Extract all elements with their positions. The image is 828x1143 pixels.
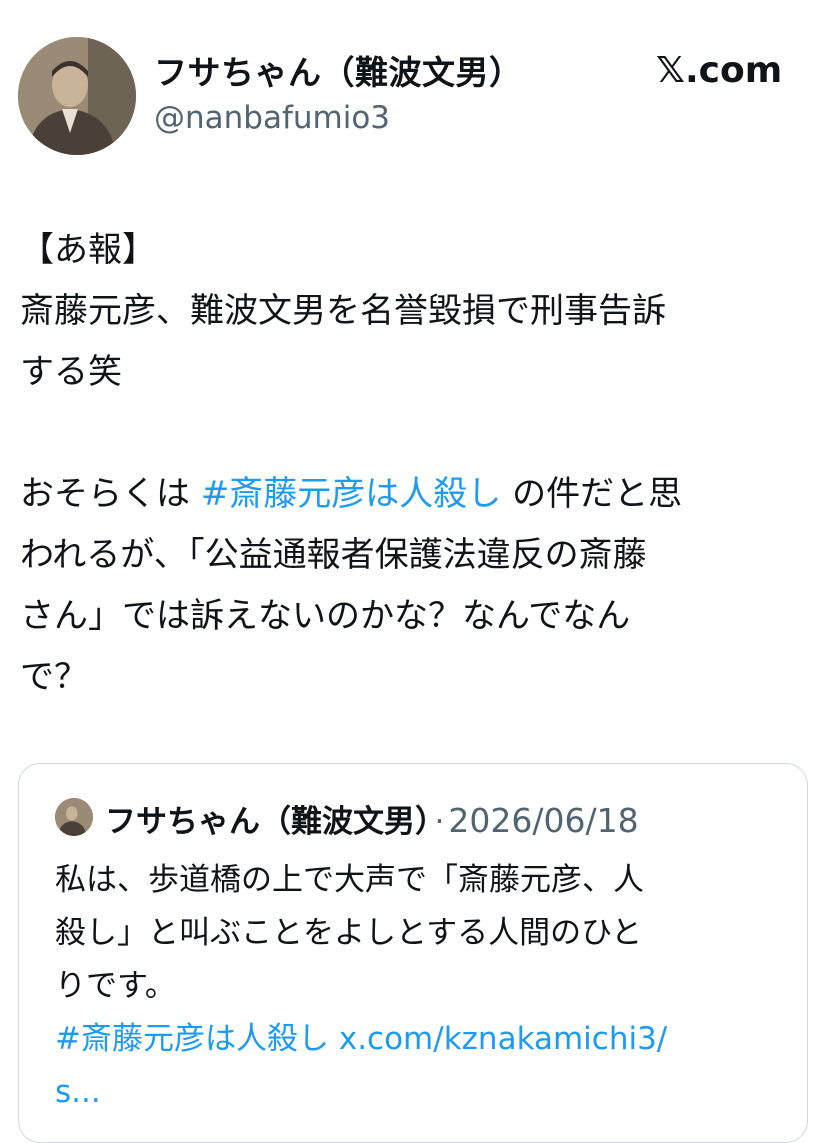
tweet-text-segment: の件だと思 bbox=[501, 474, 683, 514]
quoted-links-line: #斎藤元彦は人殺し x.com/kznakamichi3/ bbox=[55, 1013, 785, 1066]
quoted-hashtag-link[interactable]: #斎藤元彦は人殺し bbox=[55, 1021, 329, 1057]
x-com-brand: 𝕏.com bbox=[656, 50, 783, 91]
quoted-line: りです。 bbox=[55, 968, 176, 1004]
author-display-name[interactable]: フサちゃん（難波文男） bbox=[154, 46, 523, 94]
quoted-author-avatar bbox=[55, 798, 93, 836]
tweet-line: で？ bbox=[20, 657, 88, 697]
avatar-photo-icon bbox=[55, 798, 93, 836]
tweet-line: する笑 bbox=[20, 352, 122, 392]
tweet-text-segment: おそらくは bbox=[20, 474, 201, 514]
separator-dot: · bbox=[434, 804, 445, 840]
tweet-line: さん」では訴えないのかな？なんでなん bbox=[20, 596, 631, 636]
tweet-text: 【あ報】 斎藤元彦、難波文男を名誉毀損で刑事告訴 する笑 おそらくは #斎藤元彦… bbox=[20, 220, 810, 708]
quoted-tweet-card[interactable]: フサちゃん（難波文男） · 2026/06/18 私は、歩道橋の上で大声で「斎藤元彦… bbox=[18, 763, 808, 1143]
avatar-photo-icon bbox=[18, 37, 136, 155]
author-handle[interactable]: @nanbafumio3 bbox=[154, 100, 390, 136]
quoted-header: フサちゃん（難波文男） · 2026/06/18 bbox=[105, 796, 639, 841]
tweet-line-with-hashtag: おそらくは #斎藤元彦は人殺し の件だと思 bbox=[20, 464, 810, 525]
quoted-line: 殺し」と叫ぶことをよしとする人間のひと bbox=[55, 915, 643, 951]
quoted-text: 私は、歩道橋の上で大声で「斎藤元彦、人 殺し」と叫ぶことをよしとする人間のひと … bbox=[55, 854, 785, 1119]
quoted-line: 私は、歩道橋の上で大声で「斎藤元彦、人 bbox=[55, 862, 644, 898]
quoted-url-link[interactable]: x.com/kznakamichi3/ bbox=[339, 1021, 667, 1057]
quoted-date[interactable]: 2026/06/18 bbox=[448, 801, 638, 840]
quoted-author-name[interactable]: フサちゃん（難波文男） bbox=[105, 804, 431, 840]
tweet-line: われるが、「公益通報者保護法違反の斎藤 bbox=[20, 535, 647, 575]
tweet-line: 【あ報】 bbox=[20, 230, 156, 270]
tweet-line: 斎藤元彦、難波文男を名誉毀損で刑事告訴 bbox=[20, 291, 666, 331]
hashtag-link[interactable]: #斎藤元彦は人殺し bbox=[201, 474, 502, 514]
tweet-author-avatar[interactable] bbox=[18, 37, 136, 155]
